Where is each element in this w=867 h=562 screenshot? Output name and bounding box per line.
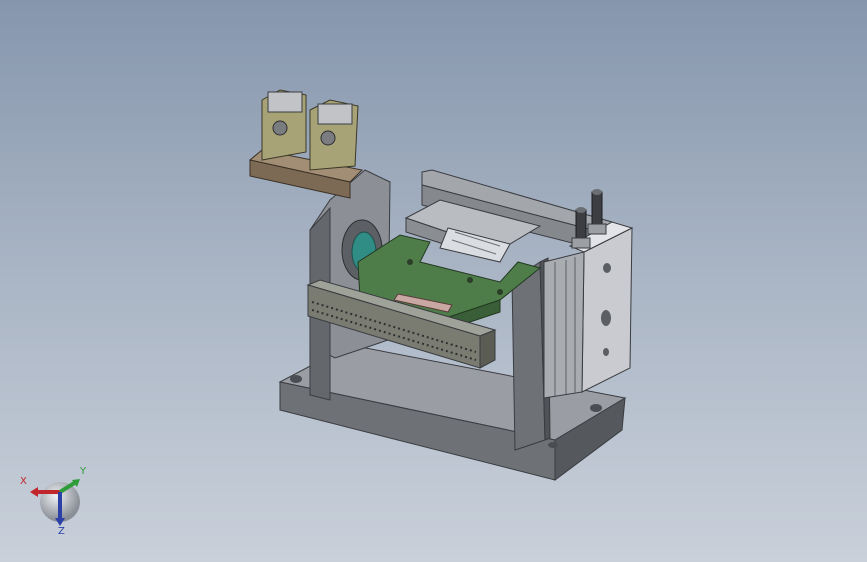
y-axis-label: Y: [80, 466, 87, 477]
cad-model-assembly[interactable]: [0, 0, 867, 562]
graphics-viewport[interactable]: X Y Z: [0, 0, 867, 562]
x-axis-label: X: [20, 476, 27, 487]
z-axis-label: Z: [58, 526, 65, 537]
